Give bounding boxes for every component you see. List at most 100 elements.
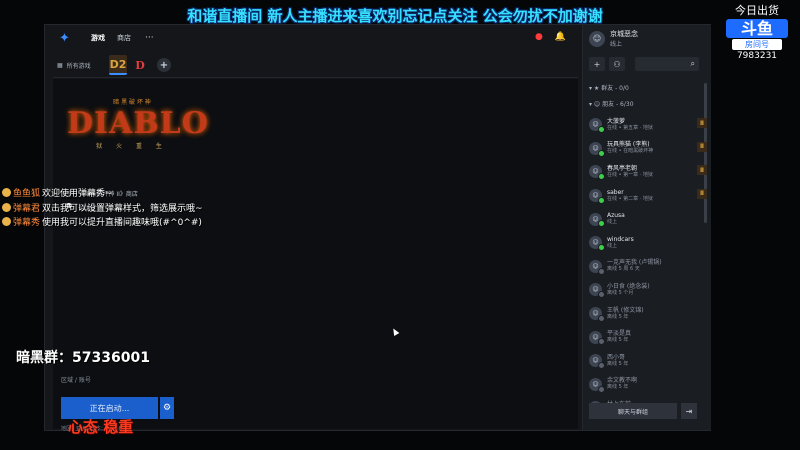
- presence-dot: [598, 338, 605, 346]
- motto-text: 心态 稳重: [68, 418, 134, 436]
- search-icon: ⌕: [690, 59, 695, 68]
- chat-groups-button[interactable]: 聊天与群组: [589, 403, 677, 419]
- my-profile[interactable]: ☺ 京城恶念 线上: [589, 29, 638, 48]
- danmaku-text: 双击我可以设置弹幕样式，筛选展示哦~: [42, 204, 203, 214]
- top-nav: ✦ 游戏 商店 ···: [45, 25, 580, 51]
- friend-item[interactable]: ☺ 小日食 (绝念装) 离线 5 个月: [589, 278, 707, 302]
- room-label: 房间号: [732, 39, 782, 50]
- diablo2-game-icon: Ⅱ: [697, 141, 707, 152]
- danmaku-text: 使用我可以提升直播间趣味哦(#^0^#): [42, 218, 202, 228]
- friend-actions: + ⚇ ⌕: [589, 57, 699, 71]
- friend-item[interactable]: ☺ 春风亭老朝 在线 • 第一章 · 地狱 Ⅱ: [589, 160, 707, 184]
- danmaku-avatar-icon: [2, 217, 11, 226]
- region-label[interactable]: 区域 / 账号: [61, 375, 91, 384]
- friend-item[interactable]: ☺ 王帆 (修文锦) 离线 5 年: [589, 302, 707, 326]
- presence-dot: [598, 291, 605, 299]
- friend-item[interactable]: ☺ 余文教不啊 离线 5 年: [589, 373, 707, 397]
- logo-top-text: 暗 黑 破 坏 神: [113, 99, 151, 106]
- all-games-button[interactable]: ▦ 所有游戏: [57, 61, 105, 70]
- badge-top-text: 今日出货: [735, 4, 779, 17]
- notification-bell-icon[interactable]: 🔔: [555, 32, 566, 42]
- qq-group-text: 暗黑群：57336001: [16, 350, 150, 366]
- stream-banner: 和谐直播间 新人主播进来喜欢别忘记点关注 公会勿扰不加谢谢: [187, 7, 603, 25]
- friend-info: 小日食 (绝念装) 离线 5 个月: [607, 283, 650, 297]
- avatar: ☺: [589, 30, 605, 47]
- douyu-logo: 斗鱼: [726, 19, 788, 38]
- friend-item[interactable]: ☺ 玩具熊猫 (李熊) 在线 • 在暗黑破坏神 Ⅱ: [589, 137, 707, 161]
- presence-dot: [598, 314, 605, 322]
- friend-name: 大菠萝: [607, 117, 626, 125]
- nav-shop[interactable]: 商店: [117, 33, 131, 43]
- danmaku-avatar-icon: [2, 203, 11, 212]
- danmaku-avatar-icon: [2, 188, 11, 197]
- tab-diablo[interactable]: D: [131, 56, 149, 74]
- game-panel: 暗 黑 破 坏 神 DIABLO 狱 火 重 生 🛒 《暗黑破坏神 II》商店 …: [53, 79, 578, 432]
- friends-panel: ☺ 京城恶念 线上 + ⚇ ⌕ ▾ ★ 群友 - 0/0 ▾ ☺ 朋友 - 6/…: [582, 25, 711, 430]
- friend-item[interactable]: ☺ saber 在线 • 第二章 · 地狱 Ⅱ: [589, 184, 707, 208]
- presence-dot: [598, 361, 605, 369]
- friend-info: 春风亭老朝 在线 • 第一章 · 地狱: [607, 165, 653, 179]
- friend-info: 平淡是真 离线 5 年: [607, 330, 631, 344]
- diablo2-game-icon: Ⅱ: [697, 188, 707, 199]
- add-game-icon[interactable]: +: [157, 58, 171, 72]
- add-friend-icon[interactable]: +: [589, 57, 605, 71]
- more-menu-icon[interactable]: ···: [145, 33, 154, 43]
- presence-dot: [598, 385, 605, 393]
- friend-name: 西小哥: [607, 353, 626, 361]
- friend-name: windcars: [607, 235, 634, 243]
- friend-info: 玩具熊猫 (李熊) 在线 • 在暗黑破坏神: [607, 141, 653, 155]
- friend-status: 在线 • 第二章 · 地狱: [607, 195, 653, 202]
- nav-games[interactable]: 游戏: [91, 33, 105, 43]
- friend-status: 在线 • 在暗黑破坏神: [607, 148, 654, 155]
- friend-status: 离线 5 个月: [607, 289, 634, 296]
- friend-info: 西小哥 离线 5 年: [607, 354, 628, 368]
- friend-status: 离线 5 年: [607, 313, 629, 320]
- friend-info: 大菠萝 在线 • 第五章 · 地狱: [607, 118, 653, 132]
- friend-info: 王帆 (修文锦) 离线 5 年: [607, 307, 644, 321]
- alert-icon[interactable]: ●: [535, 32, 543, 42]
- friends-header[interactable]: ▾ ☺ 朋友 - 6/30: [589, 99, 634, 108]
- presence-dot: [598, 243, 605, 251]
- danmaku-msg-3: 弹幕秀 使用我可以提升直播间趣味哦(#^0^#): [2, 215, 202, 228]
- presence-dot: [598, 220, 605, 228]
- my-status[interactable]: 线上: [610, 39, 638, 48]
- tab-diablo2[interactable]: D2: [109, 55, 127, 75]
- friend-status: 在线 • 第一章 · 地狱: [607, 171, 653, 178]
- friend-item[interactable]: ☺ 大菠萝 在线 • 第五章 · 地狱 Ⅱ: [589, 113, 707, 137]
- friend-search-input[interactable]: ⌕: [635, 57, 699, 71]
- friend-status: 线上: [607, 219, 618, 226]
- all-games-label: 所有游戏: [66, 62, 91, 70]
- presence-dot: [598, 149, 605, 157]
- add-group-icon[interactable]: ⚇: [609, 57, 625, 71]
- game-settings-gear-icon[interactable]: ⚙: [160, 397, 174, 419]
- popout-icon[interactable]: ⇥: [681, 403, 697, 419]
- my-name: 京城恶念: [610, 30, 638, 38]
- diablo-logo: 暗 黑 破 坏 神 DIABLO 狱 火 重 生: [67, 97, 208, 150]
- presence-dot: [598, 173, 605, 181]
- grid-icon: ▦: [57, 61, 63, 69]
- danmaku-user: 弹幕秀: [13, 218, 41, 228]
- logo-subtitle: 狱 火 重 生: [96, 143, 168, 150]
- danmaku-text: 欢迎使用弹幕秀~: [42, 189, 113, 199]
- danmaku-msg-2: 弹幕君 双击我可以设置弹幕样式，筛选展示哦~: [2, 201, 203, 214]
- friend-info: windcars 线上: [607, 236, 634, 250]
- group-header[interactable]: ▾ ★ 群友 - 0/0: [589, 83, 629, 92]
- friend-item[interactable]: ☺ 西小哥 离线 5 年: [589, 349, 707, 373]
- douyu-badge: 今日出货 斗鱼 房间号 7983231: [718, 2, 796, 61]
- top-right-icons: ● 🔔: [535, 32, 566, 42]
- battlenet-logo-icon[interactable]: ✦: [59, 31, 79, 46]
- friend-status: 线上: [607, 242, 618, 249]
- friend-name: 王帆 (修文锦): [607, 306, 644, 314]
- games-bar: ▦ 所有游戏 D2 D +: [53, 53, 578, 78]
- friend-item[interactable]: ☺ 平淡是真 离线 5 年: [589, 325, 707, 349]
- friend-info: 余文教不啊 离线 5 年: [607, 377, 637, 391]
- friend-item[interactable]: ☺ Azusa 线上: [589, 207, 707, 231]
- room-id: 7983231: [736, 51, 778, 61]
- friend-name: 春风亭老朝: [607, 164, 638, 172]
- friend-status: 离线 5 年: [607, 337, 629, 344]
- danmaku-user: 弹幕君: [13, 204, 41, 214]
- friend-item[interactable]: ☺ windcars 线上: [589, 231, 707, 255]
- friend-status: 在线 • 第五章 · 地狱: [607, 124, 653, 131]
- friend-item[interactable]: ☺ 一克声无我 (卢锡锅) 离线 5 周 6 天: [589, 255, 707, 279]
- presence-dot: [598, 126, 605, 133]
